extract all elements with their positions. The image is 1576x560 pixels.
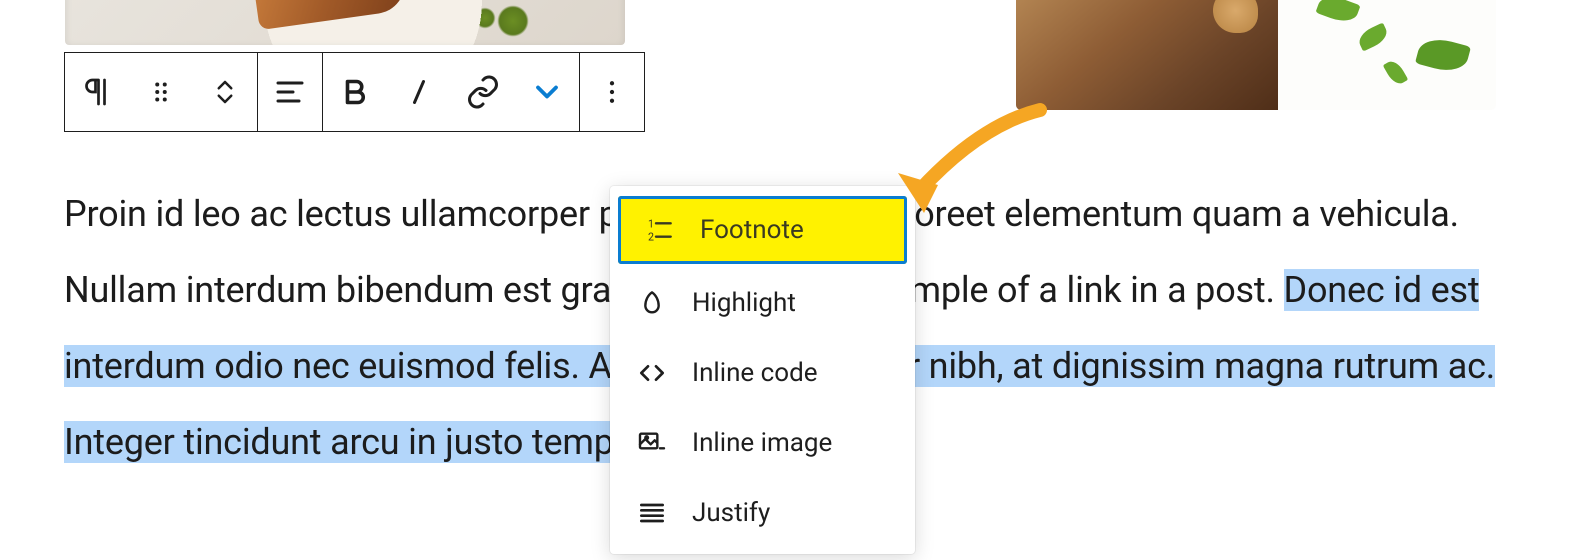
menu-item-inline-image[interactable]: Inline image: [610, 408, 915, 478]
paragraph-icon: [79, 74, 115, 110]
chevron-down-icon: [529, 74, 565, 110]
svg-text:1: 1: [648, 217, 654, 230]
move-updown-icon: [210, 77, 240, 107]
inline-image-icon: [634, 427, 670, 459]
more-vertical-icon: [597, 77, 627, 107]
menu-item-label: Highlight: [692, 288, 796, 318]
menu-item-label: Justify: [692, 498, 770, 528]
block-toolbar: [64, 52, 645, 132]
menu-item-label: Inline image: [692, 428, 832, 458]
menu-item-highlight[interactable]: Highlight: [610, 268, 915, 338]
paragraph-block-button[interactable]: [65, 53, 129, 131]
footnote-icon: 1 2: [642, 214, 678, 246]
align-left-icon: [272, 74, 308, 110]
highlight-icon: [634, 287, 670, 319]
align-button[interactable]: [258, 53, 322, 131]
italic-icon: [401, 74, 437, 110]
menu-item-label: Footnote: [700, 215, 804, 245]
options-button[interactable]: [580, 53, 644, 131]
food-image-right: [1016, 0, 1496, 110]
drag-icon: [146, 77, 176, 107]
link-icon: [465, 74, 501, 110]
code-icon: [634, 357, 670, 389]
link-button[interactable]: [451, 53, 515, 131]
justify-icon: [634, 497, 670, 529]
menu-item-justify[interactable]: Justify: [610, 478, 915, 548]
drag-handle-button[interactable]: [129, 53, 193, 131]
rich-text-dropdown: 1 2 Footnote Highlight Inline code: [610, 186, 915, 554]
italic-button[interactable]: [387, 53, 451, 131]
menu-item-footnote[interactable]: 1 2 Footnote: [618, 196, 907, 264]
more-rich-text-button[interactable]: [515, 53, 579, 131]
move-updown-button[interactable]: [193, 53, 257, 131]
svg-text:2: 2: [648, 231, 654, 244]
bold-button[interactable]: [323, 53, 387, 131]
menu-item-label: Inline code: [692, 358, 818, 388]
food-image-left: [65, 0, 625, 45]
bold-icon: [337, 74, 373, 110]
menu-item-inline-code[interactable]: Inline code: [610, 338, 915, 408]
